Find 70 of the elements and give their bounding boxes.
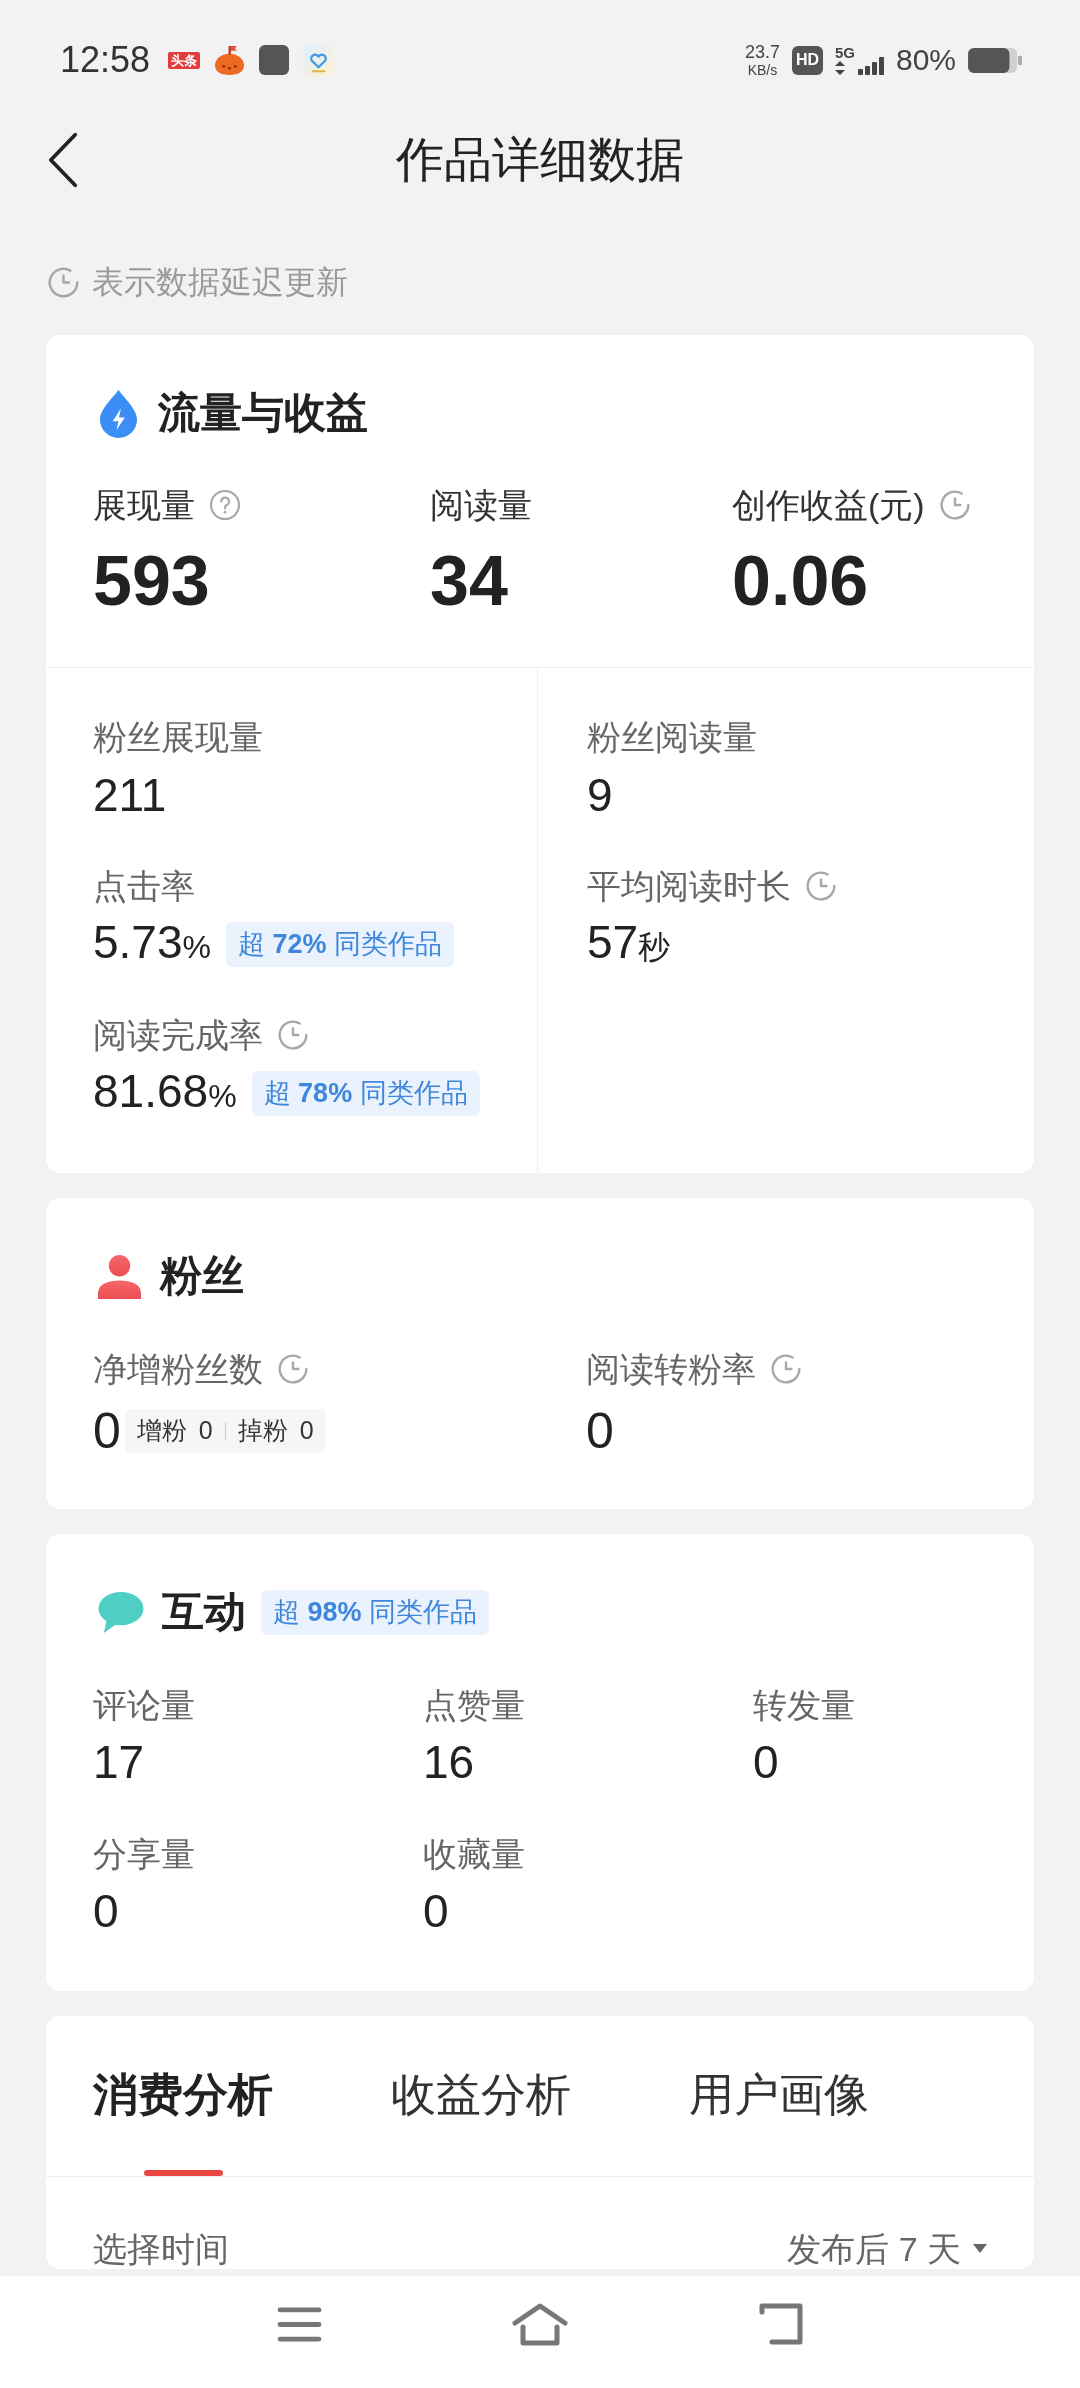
delay-notice: 表示数据延迟更新 [92, 263, 348, 302]
metric-value: 57秒 [587, 914, 671, 970]
menu-icon[interactable] [276, 2305, 322, 2343]
section-title: 粉丝 [160, 1251, 244, 1301]
network-speed: 23.7 [744, 43, 780, 61]
breakdown-label: 掉粉 [237, 1415, 288, 1447]
filter-label: 选择时间 [93, 2229, 229, 2269]
tab[interactable]: 消费分析 [93, 2016, 273, 2176]
back-icon[interactable] [48, 132, 78, 188]
metric-value: 593 [93, 541, 210, 621]
comparison-tag: 超 98% 同类作品 [261, 1589, 490, 1635]
network-speed-unit: KB/s [747, 63, 778, 77]
breakdown-label: 增粉 [136, 1415, 187, 1447]
metric-label: 阅读量 [430, 485, 532, 526]
breakdown-value: 0 [299, 1415, 314, 1447]
section-title: 互动 [162, 1587, 246, 1637]
metric-value: 0 [753, 1735, 779, 1790]
time-range-dropdown[interactable]: 发布后 7 天 [787, 2229, 987, 2269]
metric-label: 创作收益(元) [732, 485, 925, 526]
metric-label: 粉丝阅读量 [587, 717, 757, 758]
metric-label: 阅读转粉率 [586, 1349, 756, 1390]
app-icon [214, 45, 246, 75]
comparison-tag: 超 72% 同类作品 [226, 921, 455, 967]
tab[interactable]: 用户画像 [689, 2016, 869, 2176]
speech-bubble-icon [97, 1590, 144, 1634]
metric-value: 9 [587, 768, 613, 823]
return-icon[interactable] [757, 2302, 804, 2346]
tab[interactable]: 收益分析 [391, 2016, 571, 2176]
metric-value: 0 [586, 1403, 614, 1459]
water-drop-icon [97, 388, 140, 438]
app-icon [303, 44, 335, 76]
metric-value: 5.73% [93, 914, 211, 970]
metric-value: 0 [93, 1884, 119, 1939]
metric-value: 16 [423, 1735, 475, 1790]
data-arrows-icon [834, 61, 845, 75]
breakdown-value: 0 [198, 1415, 213, 1447]
person-icon [97, 1253, 142, 1299]
metric-label: 点击率 [93, 866, 195, 907]
metric-value: 0 [423, 1884, 449, 1939]
app-icon [259, 45, 290, 75]
metric-label: 阅读完成率 [93, 1015, 263, 1056]
network-type: 5G [834, 45, 855, 60]
metric-label: 收藏量 [423, 1834, 525, 1875]
home-icon[interactable] [510, 2302, 569, 2346]
clock-icon [47, 265, 80, 299]
metric-label: 转发量 [753, 1685, 855, 1726]
metric-label: 净增粉丝数 [93, 1349, 263, 1390]
metric-value: 211 [93, 768, 167, 823]
battery-percent: 80% [895, 45, 956, 75]
app-logo: 头条 [168, 51, 201, 69]
section-title: 流量与收益 [158, 388, 368, 438]
metric-label: 粉丝展现量 [93, 717, 263, 758]
metric-value: 0.06 [732, 541, 869, 621]
metric-label: 点赞量 [423, 1685, 525, 1726]
signal-icon [857, 57, 884, 75]
metric-label: 分享量 [93, 1834, 195, 1875]
metric-label: 展现量 [93, 485, 195, 526]
status-time: 12:58 [60, 42, 151, 78]
metric-value: 17 [93, 1735, 145, 1790]
comparison-tag: 超 78% 同类作品 [251, 1070, 480, 1116]
caret-icon [973, 2244, 987, 2254]
metric-value: 34 [430, 541, 508, 621]
hd-badge: HD [791, 45, 823, 75]
metric-label: 平均阅读时长 [587, 866, 791, 907]
metric-value: 81.68% [93, 1063, 237, 1119]
metric-label: 评论量 [93, 1685, 195, 1726]
battery-icon [968, 47, 1022, 73]
metric-value: 0 [93, 1403, 121, 1459]
help-icon[interactable] [209, 489, 241, 521]
page-title: 作品详细数据 [396, 132, 684, 188]
